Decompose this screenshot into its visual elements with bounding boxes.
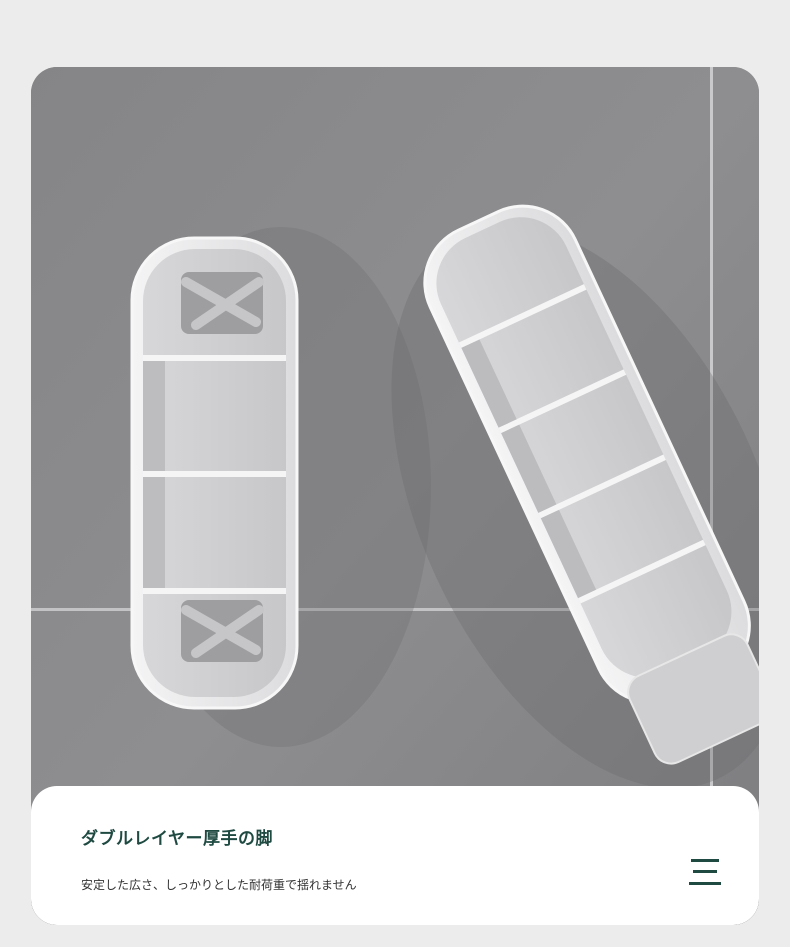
- caption-title: ダブルレイヤー厚手の脚: [81, 829, 273, 849]
- caption-panel: ダブルレイヤー厚手の脚 安定した広さ、しっかりとした耐荷重で揺れません: [31, 786, 759, 925]
- menu-icon[interactable]: [689, 857, 721, 887]
- left-organizer: [130, 236, 299, 710]
- caption-subtitle: 安定した広さ、しっかりとした耐荷重で揺れません: [81, 878, 357, 892]
- product-card: ダブルレイヤー厚手の脚 安定した広さ、しっかりとした耐荷重で揺れません: [31, 67, 759, 925]
